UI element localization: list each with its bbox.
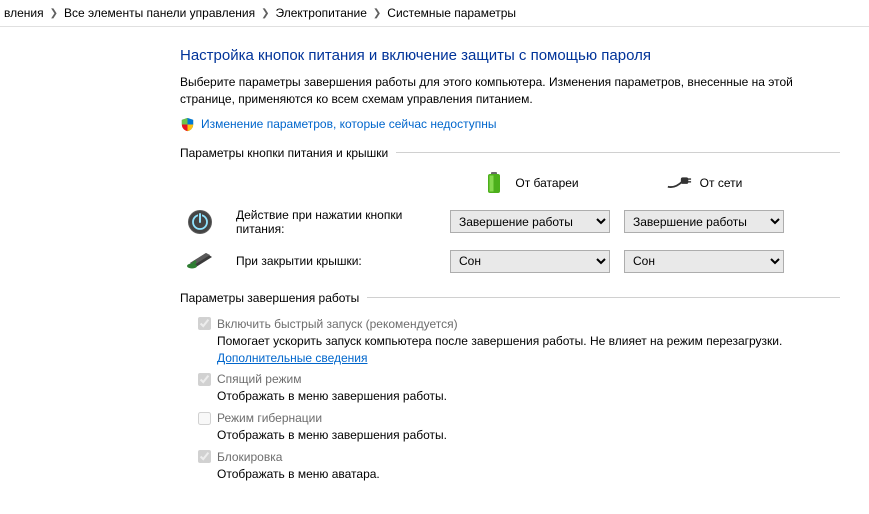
plug-icon (666, 172, 692, 194)
chevron-right-icon: ❯ (373, 8, 381, 19)
checkbox-hibernate[interactable] (198, 412, 211, 425)
section-header-buttons: Параметры кнопки питания и крышки (180, 146, 840, 160)
option-title: Включить быстрый запуск (рекомендуется) (217, 317, 458, 331)
page-title: Настройка кнопок питания и включение защ… (180, 47, 840, 64)
option-title: Спящий режим (217, 372, 301, 386)
section-header-shutdown: Параметры завершения работы (180, 291, 840, 305)
option-title: Режим гибернации (217, 411, 322, 425)
option-description: Отображать в меню завершения работы. (217, 388, 840, 405)
breadcrumb: вления ❯ Все элементы панели управления … (0, 0, 869, 27)
select-power-battery[interactable]: Завершение работы (450, 210, 610, 233)
section-header-label: Параметры кнопки питания и крышки (180, 146, 388, 160)
chevron-right-icon: ❯ (261, 8, 269, 19)
option-description: Отображать в меню аватара. (217, 466, 840, 483)
battery-icon (481, 172, 507, 194)
uac-change-link[interactable]: Изменение параметров, которые сейчас нед… (201, 117, 497, 131)
option-sleep: Спящий режим Отображать в меню завершени… (198, 372, 840, 405)
breadcrumb-item[interactable]: Системные параметры (387, 6, 516, 20)
breadcrumb-item[interactable]: вления (4, 6, 44, 20)
checkbox-fast-startup[interactable] (198, 317, 211, 330)
select-lid-battery[interactable]: Сон (450, 250, 610, 273)
row-label-lid: При закрытии крышки: (236, 254, 436, 268)
lid-icon (186, 251, 214, 271)
column-header-battery: От батареи (450, 172, 610, 194)
shutdown-options: Включить быстрый запуск (рекомендуется) … (180, 317, 840, 483)
option-hibernate: Режим гибернации Отображать в меню завер… (198, 411, 840, 444)
column-header-ac: От сети (624, 172, 784, 194)
option-lock: Блокировка Отображать в меню аватара. (198, 450, 840, 483)
shield-icon (180, 117, 195, 132)
select-lid-ac[interactable]: Сон (624, 250, 784, 273)
option-fast-startup: Включить быстрый запуск (рекомендуется) … (198, 317, 840, 367)
column-header-battery-label: От батареи (515, 176, 578, 190)
content-area: Настройка кнопок питания и включение защ… (0, 27, 860, 505)
select-power-ac[interactable]: Завершение работы (624, 210, 784, 233)
section-header-label: Параметры завершения работы (180, 291, 359, 305)
divider (396, 152, 840, 153)
column-header-ac-label: От сети (700, 176, 743, 190)
power-settings-grid: От батареи От сети (186, 172, 840, 273)
divider (367, 297, 840, 298)
checkbox-lock[interactable] (198, 450, 211, 463)
uac-link-row: Изменение параметров, которые сейчас нед… (180, 117, 840, 132)
power-button-icon (186, 209, 214, 235)
option-description: Отображать в меню завершения работы. (217, 427, 840, 444)
chevron-right-icon: ❯ (50, 8, 58, 19)
breadcrumb-item[interactable]: Электропитание (276, 6, 367, 20)
row-label-power: Действие при нажатии кнопки питания: (236, 208, 436, 236)
option-description: Помогает ускорить запуск компьютера посл… (217, 333, 840, 367)
option-title: Блокировка (217, 450, 282, 464)
more-info-link[interactable]: Дополнительные сведения (217, 351, 367, 365)
breadcrumb-item[interactable]: Все элементы панели управления (64, 6, 255, 20)
page-description: Выберите параметры завершения работы для… (180, 74, 840, 109)
checkbox-sleep[interactable] (198, 373, 211, 386)
